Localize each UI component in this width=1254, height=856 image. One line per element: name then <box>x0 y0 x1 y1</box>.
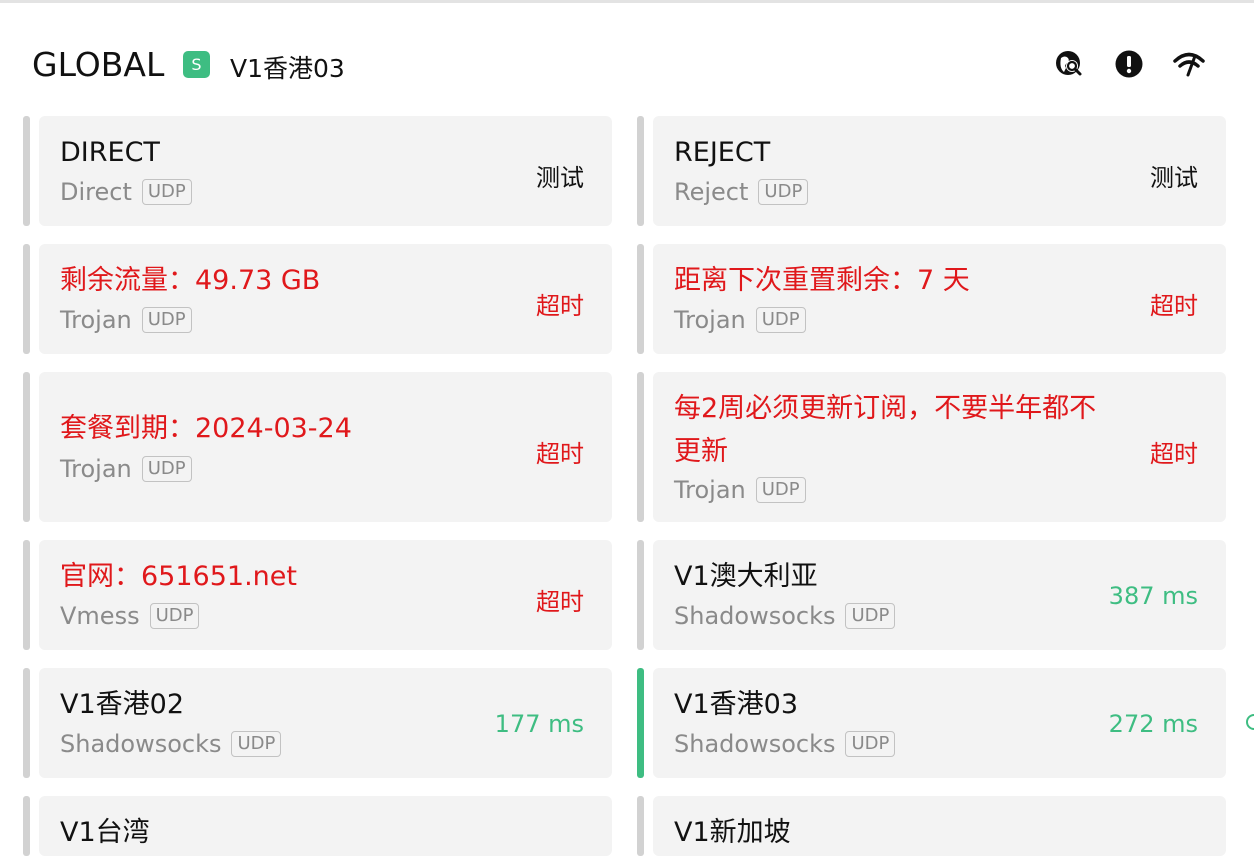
proxy-meta: Shadowsocks UDP <box>60 730 282 758</box>
selected-proxy-name: V1香港03 <box>230 54 345 83</box>
proxy-name: V1台湾 <box>60 817 150 848</box>
proxy-indicator-bar <box>637 540 644 650</box>
selected-indicator-bar <box>637 668 644 778</box>
proxy-name: 每2周必须更新订阅，不要半年都不更新 <box>674 393 1097 467</box>
udp-badge: UDP <box>149 603 200 629</box>
proxy-type: Shadowsocks <box>60 730 222 758</box>
udp-badge: UDP <box>755 307 806 333</box>
proxy-indicator-bar <box>23 796 30 856</box>
group-header: GLOBAL S V1香港03 <box>0 0 1254 110</box>
proxy-type: Trojan <box>60 306 132 334</box>
udp-badge: UDP <box>141 307 192 333</box>
group-type-badge: S <box>183 51 210 78</box>
udp-badge: UDP <box>758 179 809 205</box>
proxy-card-selected[interactable]: V1香港03 Shadowsocks UDP 272 ms <box>653 668 1226 778</box>
proxy-name: 距离下次重置剩余：7 天 <box>674 265 970 296</box>
proxy-name: REJECT <box>674 137 771 168</box>
proxy-type: Vmess <box>60 602 140 630</box>
proxy-card[interactable]: 距离下次重置剩余：7 天 Trojan UDP 超时 <box>653 244 1226 354</box>
proxy-indicator-bar <box>637 372 644 522</box>
proxy-meta: Vmess UDP <box>60 602 200 630</box>
proxy-name: V1新加坡 <box>674 817 791 848</box>
udp-badge: UDP <box>845 603 896 629</box>
proxy-indicator-bar <box>637 796 644 856</box>
delay-value[interactable]: 177 ms <box>495 710 584 738</box>
proxy-indicator-bar <box>637 116 644 226</box>
proxy-name: V1香港02 <box>60 689 185 720</box>
proxy-meta: Trojan UDP <box>60 455 192 483</box>
proxy-indicator-bar <box>637 244 644 354</box>
proxy-meta: Trojan UDP <box>674 306 806 334</box>
proxy-card[interactable]: V1香港02 Shadowsocks UDP 177 ms <box>39 668 612 778</box>
proxy-name: 套餐到期：2024-03-24 <box>60 413 352 444</box>
udp-badge: UDP <box>231 731 282 757</box>
proxy-type: Trojan <box>674 306 746 334</box>
proxy-card[interactable]: 官网：651651.net Vmess UDP 超时 <box>39 540 612 650</box>
group-name: GLOBAL <box>32 45 165 84</box>
proxy-card[interactable]: 每2周必须更新订阅，不要半年都不更新 Trojan UDP 超时 <box>653 372 1226 522</box>
delay-timeout-label[interactable]: 超时 <box>1150 286 1198 321</box>
proxy-card-reject[interactable]: REJECT Reject UDP 测试 <box>653 116 1226 226</box>
proxy-type: Trojan <box>674 476 746 504</box>
proxy-card[interactable]: V1澳大利亚 Shadowsocks UDP 387 ms <box>653 540 1226 650</box>
delay-value[interactable]: 272 ms <box>1109 710 1198 738</box>
proxy-name: V1香港03 <box>674 689 799 720</box>
proxy-type: Shadowsocks <box>674 730 836 758</box>
delay-timeout-label[interactable]: 超时 <box>1150 434 1198 469</box>
proxy-indicator-bar <box>23 540 30 650</box>
proxy-name: 剩余流量：49.73 GB <box>60 265 321 296</box>
delay-timeout-label[interactable]: 超时 <box>536 582 584 617</box>
proxy-meta: Shadowsocks UDP <box>674 730 896 758</box>
wifi-speed-icon[interactable] <box>1173 48 1205 80</box>
udp-badge: UDP <box>755 477 806 503</box>
proxy-card-direct[interactable]: DIRECT Direct UDP 测试 <box>39 116 612 226</box>
proxy-indicator-bar <box>23 116 30 226</box>
proxy-meta: Shadowsocks UDP <box>674 602 896 630</box>
proxy-meta: Reject UDP <box>674 178 809 206</box>
delay-test-button[interactable]: 测试 <box>536 158 584 193</box>
udp-badge: UDP <box>141 456 192 482</box>
proxy-card[interactable]: 套餐到期：2024-03-24 Trojan UDP 超时 <box>39 372 612 522</box>
udp-badge: UDP <box>141 179 192 205</box>
proxy-meta: Trojan UDP <box>674 476 806 504</box>
proxy-name: DIRECT <box>60 137 160 168</box>
delay-test-button[interactable]: 测试 <box>1150 158 1198 193</box>
proxy-type: Direct <box>60 178 132 206</box>
proxy-name: 官网：651651.net <box>60 561 297 592</box>
proxy-card[interactable]: 剩余流量：49.73 GB Trojan UDP 超时 <box>39 244 612 354</box>
refresh-edge-icon[interactable] <box>1244 712 1254 732</box>
proxy-meta: Trojan UDP <box>60 306 192 334</box>
alert-circle-icon[interactable] <box>1113 48 1145 80</box>
proxy-type: Shadowsocks <box>674 602 836 630</box>
udp-badge: UDP <box>845 731 896 757</box>
proxy-meta: Direct UDP <box>60 178 192 206</box>
proxy-indicator-bar <box>23 244 30 354</box>
proxy-card[interactable]: V1新加坡 <box>653 796 1226 856</box>
proxy-indicator-bar <box>23 668 30 778</box>
proxy-type: Reject <box>674 178 749 206</box>
delay-timeout-label[interactable]: 超时 <box>536 434 584 469</box>
proxy-indicator-bar <box>23 372 30 522</box>
delay-timeout-label[interactable]: 超时 <box>536 286 584 321</box>
proxy-type: Trojan <box>60 455 132 483</box>
proxy-card[interactable]: V1台湾 <box>39 796 612 856</box>
proxy-name: V1澳大利亚 <box>674 561 818 592</box>
delay-value[interactable]: 387 ms <box>1109 582 1198 610</box>
globe-search-icon[interactable] <box>1053 48 1085 80</box>
